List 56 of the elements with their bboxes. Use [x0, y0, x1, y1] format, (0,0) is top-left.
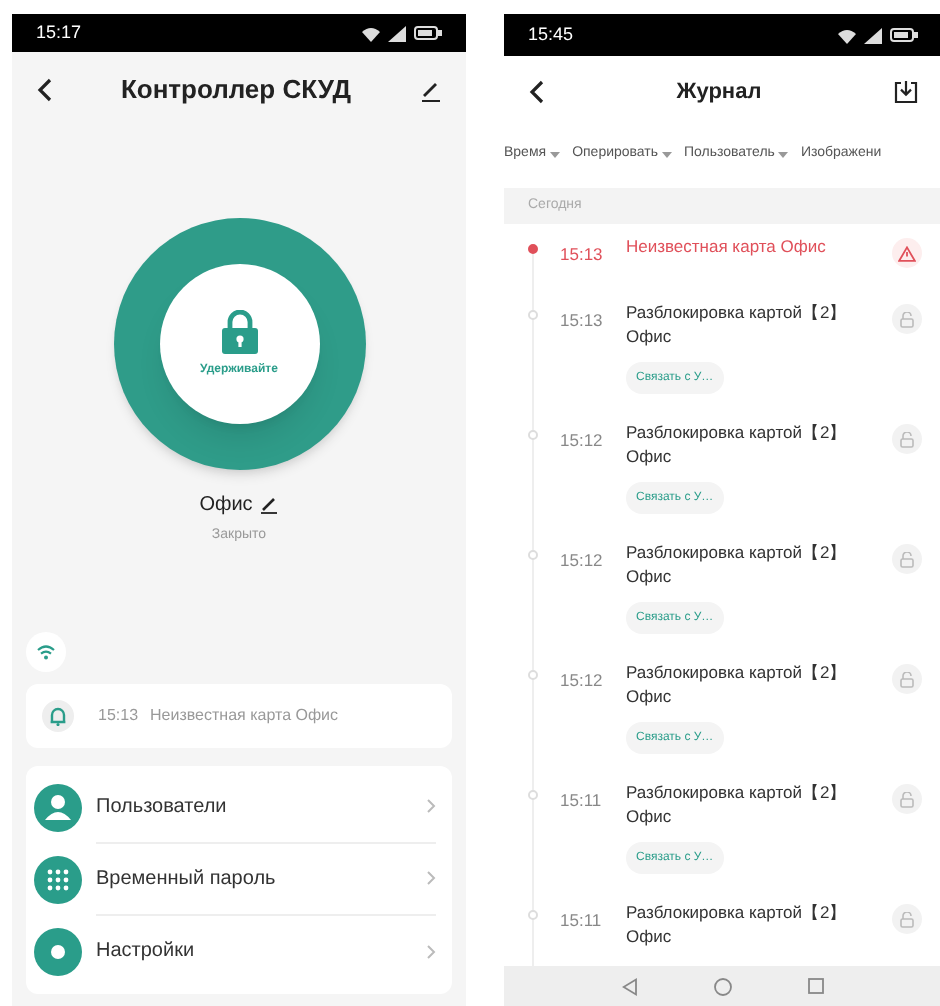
- entry-time: 15:12: [560, 428, 605, 454]
- unlocked-icon: [900, 791, 914, 807]
- wifi-icon: [838, 27, 856, 43]
- bell-icon: [50, 705, 66, 725]
- battery-icon: [414, 26, 442, 40]
- unlocked-icon: [900, 431, 914, 447]
- caret-down-icon: [550, 151, 561, 157]
- device-name: Офис: [199, 492, 253, 520]
- entry-text: Разблокировка картой【2】 Офис: [626, 660, 850, 708]
- unlocked-icon: [900, 911, 914, 927]
- screen-title: Контроллер СКУД: [120, 72, 352, 109]
- caret-down-icon: [778, 151, 789, 157]
- warning-icon: [898, 245, 916, 261]
- back-icon[interactable]: [36, 78, 52, 102]
- entry-text: Разблокировка картой【2】 Офис: [626, 900, 850, 948]
- wifi-icon: [36, 643, 56, 659]
- chevron-right-icon: [426, 943, 436, 959]
- padlock-icon: [221, 309, 257, 353]
- chevron-right-icon: [426, 798, 436, 814]
- entry-text: Неизвестная карта Офис: [626, 234, 828, 258]
- download-icon[interactable]: [893, 80, 918, 104]
- settings-icon: [34, 927, 82, 975]
- entry-time: 15:11: [560, 908, 604, 934]
- signal-icon: [864, 27, 882, 43]
- status-time: 15:17: [36, 19, 82, 46]
- unlocked-icon: [900, 551, 914, 567]
- entry-text: Разблокировка картой【2】 Офис: [626, 300, 850, 348]
- entry-time: 15:12: [560, 548, 605, 574]
- back-icon[interactable]: [528, 80, 544, 104]
- person-icon: [34, 783, 82, 831]
- recents-icon[interactable]: [808, 978, 824, 994]
- caret-down-icon: [662, 151, 673, 157]
- screen-title: Журнал: [676, 77, 762, 108]
- signal-icon: [388, 25, 406, 41]
- notification-text: Неизвестная карта Офис: [150, 703, 339, 727]
- notification-time: 15:13: [98, 703, 139, 727]
- entry-text: Разблокировка картой【2】 Офис: [626, 780, 850, 828]
- home-icon[interactable]: [714, 977, 732, 995]
- entry-time: 15:12: [560, 668, 605, 694]
- edit-icon[interactable]: [420, 79, 442, 101]
- status-time: 15:45: [528, 21, 574, 48]
- entry-time: 15:13: [560, 242, 605, 268]
- entry-time: 15:11: [560, 788, 604, 814]
- menu-item[interactable]: Настройки: [26, 915, 452, 987]
- chevron-right-icon: [426, 870, 436, 886]
- entry-time: 15:13: [560, 308, 605, 334]
- entry-text: Разблокировка картой【2】 Офис: [626, 540, 850, 588]
- menu-item[interactable]: Пользователи: [26, 771, 452, 843]
- menu-item[interactable]: Временный пароль: [26, 843, 452, 915]
- wifi-icon: [362, 25, 380, 41]
- edit-icon[interactable]: [260, 496, 279, 514]
- battery-icon: [890, 28, 918, 42]
- unlocked-icon: [900, 671, 914, 687]
- keypad-icon: [34, 855, 82, 903]
- entry-text: Разблокировка картой【2】 Офис: [626, 420, 850, 468]
- unlocked-icon: [900, 311, 914, 327]
